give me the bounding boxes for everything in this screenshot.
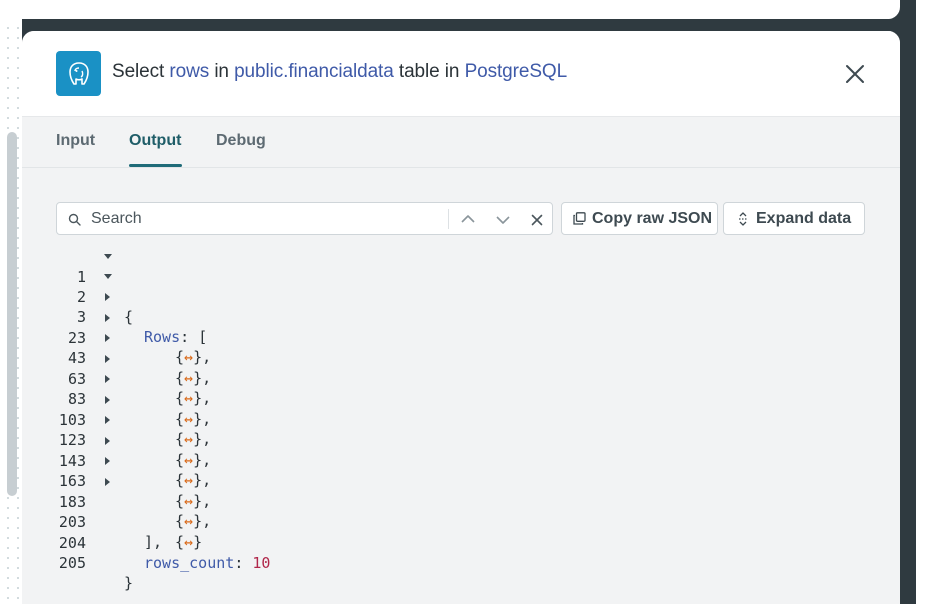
close-icon (846, 65, 864, 83)
active-tab-indicator (129, 164, 182, 167)
previous-match-icon[interactable] (461, 214, 475, 224)
json-line: 23 {↔}, (22, 308, 211, 387)
json-line: 163 {↔}, (22, 451, 211, 530)
search-box (56, 202, 553, 235)
node-output-panel: Select rows in public.financialdata tabl… (22, 31, 900, 604)
tab-input[interactable]: Input (56, 132, 95, 150)
expand-toggle-icon[interactable] (105, 293, 110, 301)
json-rows-key: Rows: [ (144, 328, 208, 346)
search-divider (448, 209, 449, 229)
json-line: 205 } (22, 533, 133, 592)
json-line: 123 {↔}, (22, 410, 211, 489)
expand-toggle-icon[interactable] (105, 437, 110, 445)
background-card (0, 0, 900, 19)
expand-icon (739, 211, 747, 226)
collapsed-object[interactable]: {↔}, (175, 491, 211, 511)
postgresql-elephant-icon (56, 51, 101, 96)
collapsed-object[interactable]: {↔}, (175, 429, 211, 449)
collapsed-object[interactable]: {↔}, (175, 470, 211, 490)
expand-data-button[interactable]: Expand data (723, 202, 865, 235)
json-open-brace: { (124, 308, 134, 326)
json-rows-count: rows_count: 10 (144, 554, 271, 572)
json-line: 183 {↔} (22, 472, 202, 551)
close-button[interactable] (844, 63, 866, 85)
expand-toggle-icon[interactable] (105, 334, 110, 342)
collapsed-object-last[interactable]: {↔} (175, 532, 202, 552)
panel-header: Select rows in public.financialdata tabl… (22, 31, 900, 117)
json-line: 203 ], (22, 492, 162, 551)
canvas-scrollbar[interactable] (7, 132, 17, 496)
panel-title: Select rows in public.financialdata tabl… (112, 61, 567, 83)
search-input[interactable] (91, 203, 441, 234)
collapse-toggle-icon[interactable] (104, 274, 112, 279)
json-close-brace: } (124, 574, 134, 592)
expand-toggle-icon[interactable] (105, 314, 110, 322)
tab-debug[interactable]: Debug (216, 132, 266, 150)
json-line: 2 Rows: [ (22, 267, 207, 346)
expand-toggle-icon[interactable] (105, 355, 110, 363)
json-line: 43 {↔}, (22, 328, 211, 407)
title-action: Select (112, 61, 165, 82)
title-rows-link: rows (169, 61, 210, 82)
next-match-icon[interactable] (496, 215, 510, 225)
collapsed-object[interactable]: {↔}, (175, 388, 211, 408)
right-background (916, 0, 936, 604)
clear-search-icon[interactable] (531, 214, 543, 226)
json-line: 204 rows_count: 10 (22, 513, 271, 572)
json-line: 63 {↔}, (22, 349, 211, 428)
json-line: 3 {↔}, (22, 287, 211, 366)
json-line: 83 {↔}, (22, 369, 211, 448)
json-line: 143 {↔}, (22, 431, 211, 510)
title-database-link: PostgreSQL (464, 61, 568, 82)
expand-toggle-icon[interactable] (105, 375, 110, 383)
json-line: 103 {↔}, (22, 390, 211, 469)
title-table-link: public.financialdata (234, 61, 394, 82)
json-rows-close: ], (144, 533, 163, 551)
expand-toggle-icon[interactable] (105, 478, 110, 486)
tab-output[interactable]: Output (129, 132, 181, 150)
copy-raw-json-label: Copy raw JSON (592, 209, 713, 227)
title-table-in: table in (398, 61, 460, 82)
title-in: in (214, 61, 229, 82)
collapsed-object[interactable]: {↔}, (175, 450, 211, 470)
collapsed-object[interactable]: {↔}, (175, 347, 211, 367)
expand-toggle-icon[interactable] (105, 457, 110, 465)
tab-bar: Input Output Debug (22, 117, 900, 168)
expand-data-label: Expand data (756, 209, 852, 227)
copy-icon (573, 212, 586, 225)
expand-toggle-icon[interactable] (105, 396, 110, 404)
search-icon (68, 213, 81, 226)
collapsed-object[interactable]: {↔}, (175, 409, 211, 429)
line-number: 205 (58, 554, 86, 572)
copy-raw-json-button[interactable]: Copy raw JSON (561, 202, 718, 235)
expand-toggle-icon[interactable] (105, 416, 110, 424)
collapse-toggle-icon[interactable] (104, 254, 112, 259)
json-line: 1 { (22, 247, 133, 326)
collapsed-object[interactable]: {↔}, (175, 368, 211, 388)
collapsed-object[interactable]: {↔}, (175, 511, 211, 531)
